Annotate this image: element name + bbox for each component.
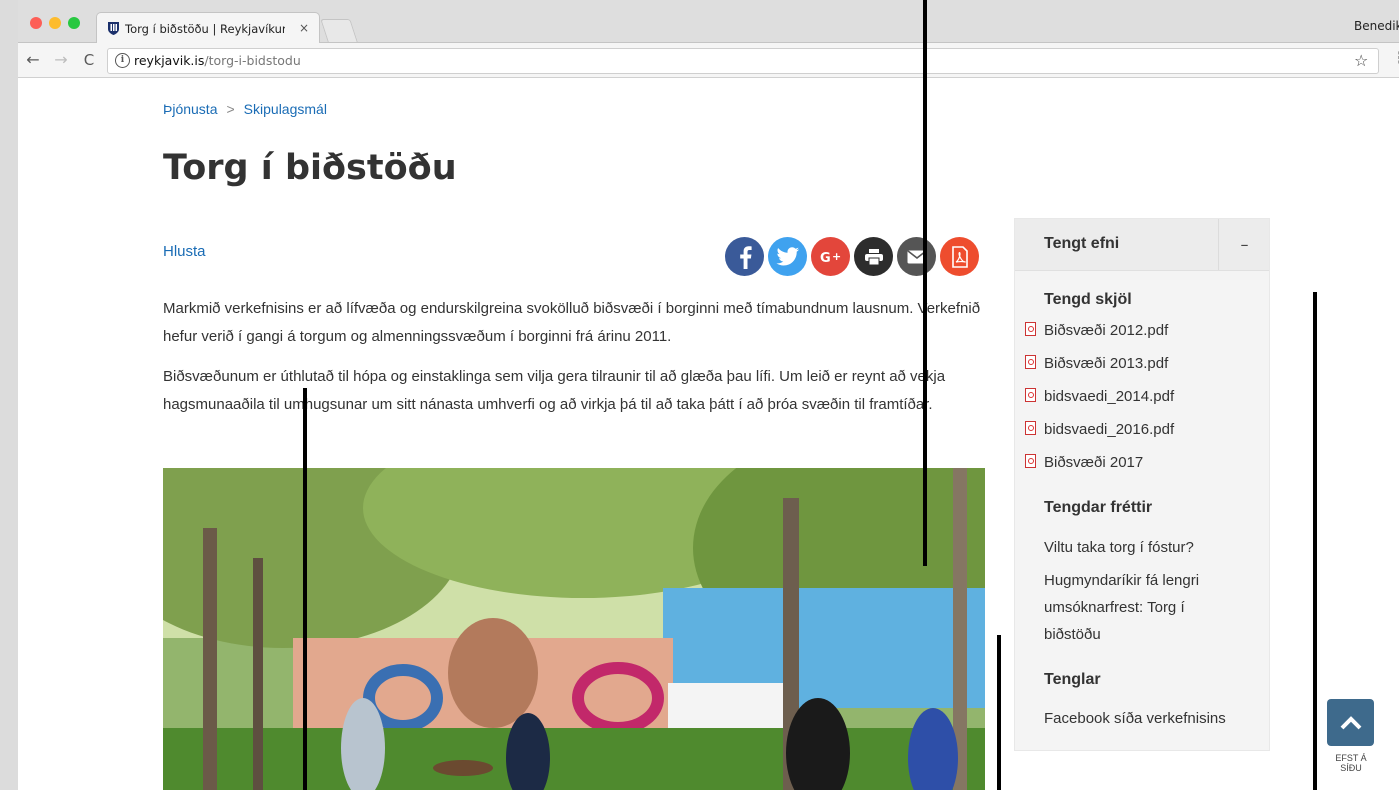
- google-plus-icon[interactable]: G +: [811, 237, 850, 276]
- browser-toolbar: ← → C i reykjavik.is/torg-i-bidstodu ☆: [18, 43, 1399, 78]
- news-link[interactable]: Hugmyndaríkir fá lengri umsóknarfrest: T…: [1044, 567, 1229, 648]
- tab-title: Torg í biðstöðu | Reykjavíkurbo: [125, 22, 285, 36]
- tab-bar: Torg í biðstöðu | Reykjavíkurbo × Benedi…: [18, 0, 1399, 43]
- pdf-file-icon: [1025, 388, 1036, 402]
- svg-text:G: G: [820, 251, 831, 265]
- document-link-label: bidsvaedi_2016.pdf: [1044, 421, 1175, 438]
- back-to-top-label-line2: SÍÐU: [1340, 763, 1362, 773]
- info-icon[interactable]: i: [115, 53, 130, 68]
- listen-link[interactable]: Hlusta: [163, 243, 206, 261]
- collapse-toggle-button[interactable]: –: [1218, 219, 1270, 270]
- browser-menu-icon[interactable]: ⋮: [1392, 50, 1399, 66]
- browser-tab-active[interactable]: Torg í biðstöðu | Reykjavíkurbo ×: [96, 12, 320, 43]
- back-to-top-label-line1: EFST Á: [1335, 753, 1367, 763]
- pdf-file-icon: [1025, 355, 1036, 369]
- document-link[interactable]: Biðsvæði 2013.pdf: [1025, 354, 1168, 374]
- url-text[interactable]: reykjavik.is/torg-i-bidstodu: [134, 53, 301, 69]
- article-photo: [163, 468, 985, 790]
- news-link[interactable]: Viltu taka torg í fóstur?: [1044, 534, 1244, 561]
- reykjavik-favicon-icon: [107, 21, 120, 35]
- intro-paragraph: Markmið verkefnisins er að lífvæða og en…: [163, 300, 981, 345]
- breadcrumb-separator: >: [226, 101, 235, 117]
- browser-window: Torg í biðstöðu | Reykjavíkurbo × Benedi…: [18, 0, 1399, 790]
- new-tab-button[interactable]: [320, 19, 358, 42]
- url-host: reykjavik.is: [134, 53, 205, 68]
- back-arrow-icon[interactable]: ←: [24, 50, 42, 70]
- document-link[interactable]: Biðsvæði 2017: [1025, 453, 1143, 473]
- pdf-file-icon: [1025, 322, 1036, 336]
- sidebar-title: Tengt efni: [1044, 235, 1120, 252]
- news-heading: Tengdar fréttir: [1044, 499, 1153, 516]
- page-title: Torg í biðstöðu: [163, 148, 457, 188]
- documents-heading: Tengd skjöl: [1044, 291, 1132, 308]
- pdf-file-icon: [1025, 421, 1036, 435]
- overlay-line: [997, 635, 1001, 790]
- related-content-sidebar: Tengt efni – Tengd skjöl Biðsvæði 2012.p…: [1014, 218, 1270, 751]
- breadcrumb: Þjónusta > Skipulagsmál: [163, 100, 327, 118]
- breadcrumb-item-skipulagsmal[interactable]: Skipulagsmál: [244, 101, 327, 117]
- reload-icon[interactable]: C: [80, 50, 98, 70]
- links-heading: Tenglar: [1044, 671, 1101, 688]
- breadcrumb-item-thjonusta[interactable]: Þjónusta: [163, 101, 217, 117]
- pdf-file-icon: [1025, 454, 1036, 468]
- overlay-line: [303, 388, 307, 790]
- back-to-top-label: EFST Á SÍÐU: [1326, 753, 1376, 773]
- print-icon[interactable]: [854, 237, 893, 276]
- url-path: /torg-i-bidstodu: [204, 53, 301, 68]
- minimize-window-button[interactable]: [49, 17, 61, 29]
- document-link[interactable]: Biðsvæði 2012.pdf: [1025, 321, 1168, 341]
- external-link[interactable]: Facebook síða verkefnisins: [1044, 705, 1244, 732]
- document-link-label: bidsvaedi_2014.pdf: [1044, 388, 1175, 405]
- twitter-icon[interactable]: [768, 237, 807, 276]
- sidebar-header[interactable]: Tengt efni –: [1015, 219, 1269, 271]
- maximize-window-button[interactable]: [68, 17, 80, 29]
- tab-close-icon[interactable]: ×: [299, 20, 309, 36]
- bookmark-star-icon[interactable]: ☆: [1354, 51, 1368, 71]
- page-content: Þjónusta > Skipulagsmál Torg í biðstöðu Hl…: [18, 78, 1399, 790]
- pdf-icon[interactable]: [940, 237, 979, 276]
- close-window-button[interactable]: [30, 17, 42, 29]
- overlay-line: [1313, 292, 1317, 790]
- description-paragraph: Biðsvæðunum er úthlutað til hópa og eins…: [163, 368, 946, 413]
- document-link-label: Biðsvæði 2013.pdf: [1044, 355, 1169, 372]
- chevron-up-icon: [1340, 715, 1361, 729]
- document-link[interactable]: bidsvaedi_2016.pdf: [1025, 420, 1174, 440]
- document-link[interactable]: bidsvaedi_2014.pdf: [1025, 387, 1174, 407]
- profile-name[interactable]: Benedik: [1354, 19, 1399, 33]
- email-icon[interactable]: [897, 237, 936, 276]
- forward-arrow-icon[interactable]: →: [52, 50, 70, 70]
- facebook-icon[interactable]: [725, 237, 764, 276]
- document-link-label: Biðsvæði 2012.pdf: [1044, 322, 1169, 339]
- address-bar[interactable]: i reykjavik.is/torg-i-bidstodu ☆: [107, 48, 1379, 74]
- back-to-top-button[interactable]: [1327, 699, 1374, 746]
- svg-text:+: +: [832, 250, 841, 263]
- document-link-label: Biðsvæði 2017: [1044, 454, 1144, 471]
- overlay-line: [923, 0, 927, 566]
